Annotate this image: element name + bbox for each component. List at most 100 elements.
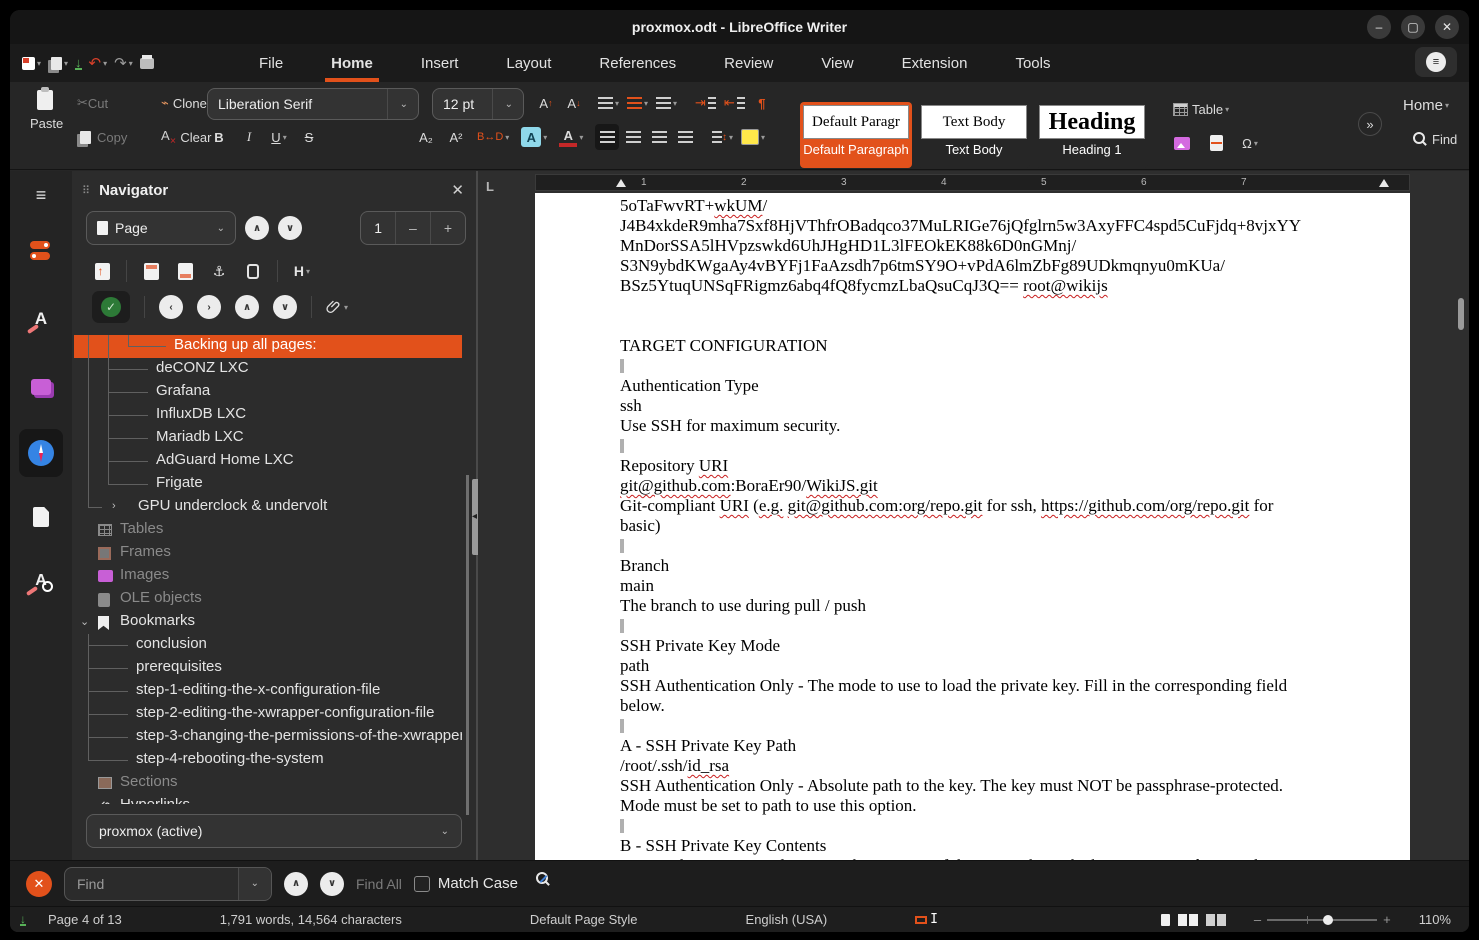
tree-item[interactable]: Tables	[74, 519, 462, 542]
heading-levels-button[interactable]: H▾	[292, 263, 312, 279]
indent-marker-right[interactable]	[1379, 179, 1389, 187]
page-style-status[interactable]: Default Page Style	[516, 912, 652, 927]
tab-review[interactable]: Review	[700, 44, 797, 82]
list-box-toggle-button[interactable]: ✓	[92, 291, 130, 323]
copy-button[interactable]: Copy	[74, 124, 130, 150]
close-find-bar-button[interactable]: ✕	[26, 871, 52, 897]
menubar-toggle-button[interactable]: ≡	[1415, 47, 1457, 77]
ordered-list-button[interactable]: ▾	[624, 90, 651, 116]
print-icon[interactable]	[140, 58, 154, 69]
undo-icon[interactable]: ↶▾	[89, 54, 108, 72]
move-heading-up-button[interactable]: ∧	[235, 295, 259, 319]
maximize-button[interactable]: ▢	[1401, 15, 1425, 39]
match-case-checkbox[interactable]	[414, 876, 430, 892]
tree-item[interactable]: OLE objects	[74, 588, 462, 611]
find-next-button[interactable]: ∨	[320, 872, 344, 896]
justify-button[interactable]	[673, 124, 697, 150]
drag-mode-button[interactable]: ▾	[326, 299, 348, 315]
tree-item[interactable]: Frigate	[74, 473, 462, 496]
character-spacing-button[interactable]: B↔D▾	[474, 124, 512, 150]
set-reminder-button[interactable]	[243, 264, 263, 279]
page-number-value[interactable]: 1	[361, 212, 395, 244]
selection-mode-status[interactable]: I	[901, 912, 952, 927]
insert-image-button[interactable]	[1170, 130, 1194, 156]
tree-item[interactable]: ⌄Hyperlinks	[74, 795, 462, 804]
strikethrough-button[interactable]: S	[297, 124, 321, 150]
load-url-icon[interactable]: ↓	[75, 57, 82, 70]
highlight-color-button[interactable]: A▾	[518, 124, 550, 150]
redo-icon[interactable]: ↷▾	[114, 54, 133, 72]
tree-item[interactable]: InfluxDB LXC	[74, 404, 462, 427]
book-view-button[interactable]	[1206, 914, 1226, 926]
tree-item[interactable]: Backing up all pages:	[74, 335, 462, 358]
page-plus-button[interactable]: +	[430, 212, 465, 244]
zoom-slider[interactable]: – +	[1240, 912, 1405, 927]
tree-item[interactable]: ⌄Bookmarks	[74, 611, 462, 634]
clear-formatting-button[interactable]: A✕ Clear	[158, 124, 214, 150]
toolbar-overflow-button[interactable]: »	[1358, 112, 1382, 136]
tab-home[interactable]: Home	[307, 44, 397, 82]
font-size-combobox[interactable]: 12 pt⌄	[432, 88, 524, 120]
tree-item[interactable]: Grafana	[74, 381, 462, 404]
style-chip-text-body[interactable]: Text Body Text Body	[918, 102, 1030, 168]
demote-level-button[interactable]: ›	[197, 295, 221, 319]
sidebar-tab-properties[interactable]	[10, 227, 72, 275]
chevron-down-icon[interactable]: ⌄	[492, 89, 513, 119]
minimize-button[interactable]: –	[1367, 15, 1391, 39]
tree-item[interactable]: conclusion	[74, 634, 462, 657]
content-navigation-view-button[interactable]	[92, 263, 112, 280]
single-page-view-button[interactable]	[1161, 914, 1170, 926]
increase-indent-button[interactable]: ⇥	[692, 90, 719, 116]
paragraph-background-button[interactable]: ▾	[738, 124, 768, 150]
document-saved-icon[interactable]: ↓	[20, 914, 26, 926]
find-all-button[interactable]: Find All	[356, 876, 402, 892]
tab-file[interactable]: File	[235, 44, 307, 82]
sidebar-menu-button[interactable]: ≡	[10, 171, 72, 219]
chevron-down-icon[interactable]: ⌄	[387, 89, 408, 119]
document-page[interactable]: 5oTaFwvRT+wkUM/J4B4xkdeR9mha7Sxf8HjVThfr…	[535, 193, 1410, 860]
page-count-status[interactable]: Page 4 of 13	[34, 912, 136, 927]
document-text[interactable]: 5oTaFwvRT+wkUM/J4B4xkdeR9mha7Sxf8HjVThfr…	[620, 196, 1330, 860]
tree-item[interactable]: step-1-editing-the-x-configuration-file	[74, 680, 462, 703]
insert-page-break-button[interactable]	[1204, 130, 1228, 156]
tree-item[interactable]: step-2-editing-the-xwrapper-configuratio…	[74, 703, 462, 726]
scrollbar-thumb[interactable]	[1458, 298, 1464, 330]
panel-grip-icon[interactable]: ⠿	[82, 184, 91, 197]
tree-item[interactable]: Images	[74, 565, 462, 588]
align-center-button[interactable]	[621, 124, 645, 150]
underline-button[interactable]: U▾	[267, 124, 291, 150]
zoom-out-icon[interactable]: –	[1254, 912, 1261, 927]
font-name-combobox[interactable]: Liberation Serif⌄	[207, 88, 419, 120]
tab-layout[interactable]: Layout	[482, 44, 575, 82]
clone-formatting-button[interactable]: ⌁ Clone	[158, 90, 210, 116]
find-previous-button[interactable]: ∧	[284, 872, 308, 896]
insert-table-button[interactable]: Table▾	[1170, 96, 1232, 122]
open-documents-combobox[interactable]: proxmox (active) ⌄	[86, 814, 462, 848]
insert-special-character-button[interactable]: Ω▾	[1238, 130, 1262, 156]
formatting-marks-button[interactable]: ¶	[750, 90, 774, 116]
footer-button[interactable]	[175, 263, 195, 280]
zoom-knob[interactable]	[1323, 915, 1333, 925]
find-input[interactable]: Find ⌄	[64, 867, 272, 901]
chevron-down-icon[interactable]: ⌄	[80, 799, 89, 804]
close-button[interactable]: ✕	[1435, 15, 1459, 39]
header-button[interactable]	[141, 263, 161, 280]
tab-stop-selector[interactable]: L	[486, 179, 494, 194]
home-context-menu[interactable]: Home▾	[1400, 92, 1452, 118]
tree-item[interactable]: Frames	[74, 542, 462, 565]
zoom-percent[interactable]: 110%	[1405, 912, 1469, 927]
navigator-tree-scrollbar[interactable]	[465, 335, 470, 804]
tab-insert[interactable]: Insert	[397, 44, 483, 82]
tab-tools[interactable]: Tools	[991, 44, 1074, 82]
find-toolbar-button[interactable]: Find	[1410, 126, 1460, 152]
tree-item[interactable]: deCONZ LXC	[74, 358, 462, 381]
find-and-replace-button[interactable]	[536, 872, 560, 896]
next-page-button[interactable]: ∨	[278, 216, 302, 240]
tab-references[interactable]: References	[575, 44, 700, 82]
sidebar-tab-gallery[interactable]	[10, 363, 72, 411]
sidebar-tab-page[interactable]	[10, 493, 72, 541]
tab-view[interactable]: View	[797, 44, 877, 82]
navigate-by-combobox[interactable]: Page ⌄	[86, 211, 236, 245]
shrink-font-button[interactable]: A↓	[562, 90, 586, 116]
chevron-down-icon[interactable]: ⌄	[80, 615, 89, 628]
